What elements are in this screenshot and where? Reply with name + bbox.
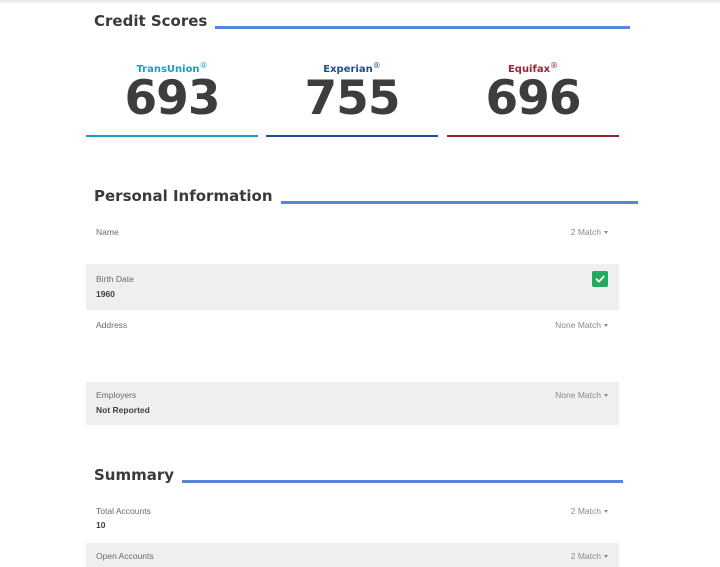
credit-scores-title: Credit Scores xyxy=(94,12,208,30)
caret-down-icon xyxy=(604,324,608,327)
summary-rule xyxy=(182,479,624,483)
bureau-experian[interactable]: Experian® 755 xyxy=(266,52,438,138)
top-shadow xyxy=(0,0,720,4)
match-dropdown[interactable]: None Match xyxy=(555,390,608,400)
match-text: None Match xyxy=(555,320,601,330)
match-text: None Match xyxy=(555,390,601,400)
match-dropdown[interactable]: 2 Match xyxy=(571,227,608,237)
bureau-underline xyxy=(447,135,619,137)
match-text: 2 Match xyxy=(570,506,601,516)
bureau-score: 696 xyxy=(485,71,581,126)
personal-information-title: Personal Information xyxy=(94,187,273,205)
row-value: 1960 xyxy=(96,289,115,299)
row-address: Address None Match xyxy=(86,310,619,382)
check-icon[interactable] xyxy=(592,271,608,287)
summary-heading: Summary xyxy=(94,463,624,487)
row-label: Employers xyxy=(96,390,137,400)
bureau-score: 755 xyxy=(304,71,400,126)
bureau-scores: TransUnion® 693 Experian® 755 Equifax® 6… xyxy=(86,52,619,138)
caret-down-icon xyxy=(604,555,608,558)
bureau-equifax[interactable]: Equifax® 696 xyxy=(447,52,619,138)
row-value: Not Reported xyxy=(96,405,150,415)
row-open-accounts: Open Accounts 2 Match xyxy=(86,543,619,567)
match-text: 2 Match xyxy=(570,227,601,237)
row-employers: Employers Not Reported None Match xyxy=(86,382,619,425)
registered-mark: ® xyxy=(372,61,381,70)
summary-title: Summary xyxy=(94,466,175,484)
row-name: Name 2 Match xyxy=(86,217,619,264)
bureau-underline xyxy=(266,135,438,137)
caret-down-icon xyxy=(604,510,608,513)
match-dropdown[interactable]: 2 Match xyxy=(571,551,608,561)
match-text: 2 Match xyxy=(570,551,601,561)
row-label: Name xyxy=(96,227,119,237)
row-label: Birth Date xyxy=(96,274,134,284)
match-dropdown[interactable]: 2 Match xyxy=(571,506,608,516)
row-label: Address xyxy=(96,320,128,330)
registered-mark: ® xyxy=(550,61,559,70)
personal-information-heading: Personal Information xyxy=(94,184,638,208)
caret-down-icon xyxy=(604,394,608,397)
row-value: 10 xyxy=(96,520,106,530)
caret-down-icon xyxy=(604,231,608,234)
bureau-transunion[interactable]: TransUnion® 693 xyxy=(86,52,258,138)
row-label: Total Accounts xyxy=(96,506,151,516)
credit-scores-heading: Credit Scores xyxy=(94,9,631,33)
bureau-score: 693 xyxy=(124,71,220,126)
row-label: Open Accounts xyxy=(96,551,154,561)
bureau-underline xyxy=(86,135,258,137)
row-birth-date: Birth Date 1960 xyxy=(86,264,619,310)
row-total-accounts: Total Accounts 10 2 Match xyxy=(86,496,619,543)
match-dropdown[interactable]: None Match xyxy=(555,320,608,330)
personal-information-rule xyxy=(280,200,638,204)
registered-mark: ® xyxy=(199,61,208,70)
credit-scores-rule xyxy=(215,25,631,29)
